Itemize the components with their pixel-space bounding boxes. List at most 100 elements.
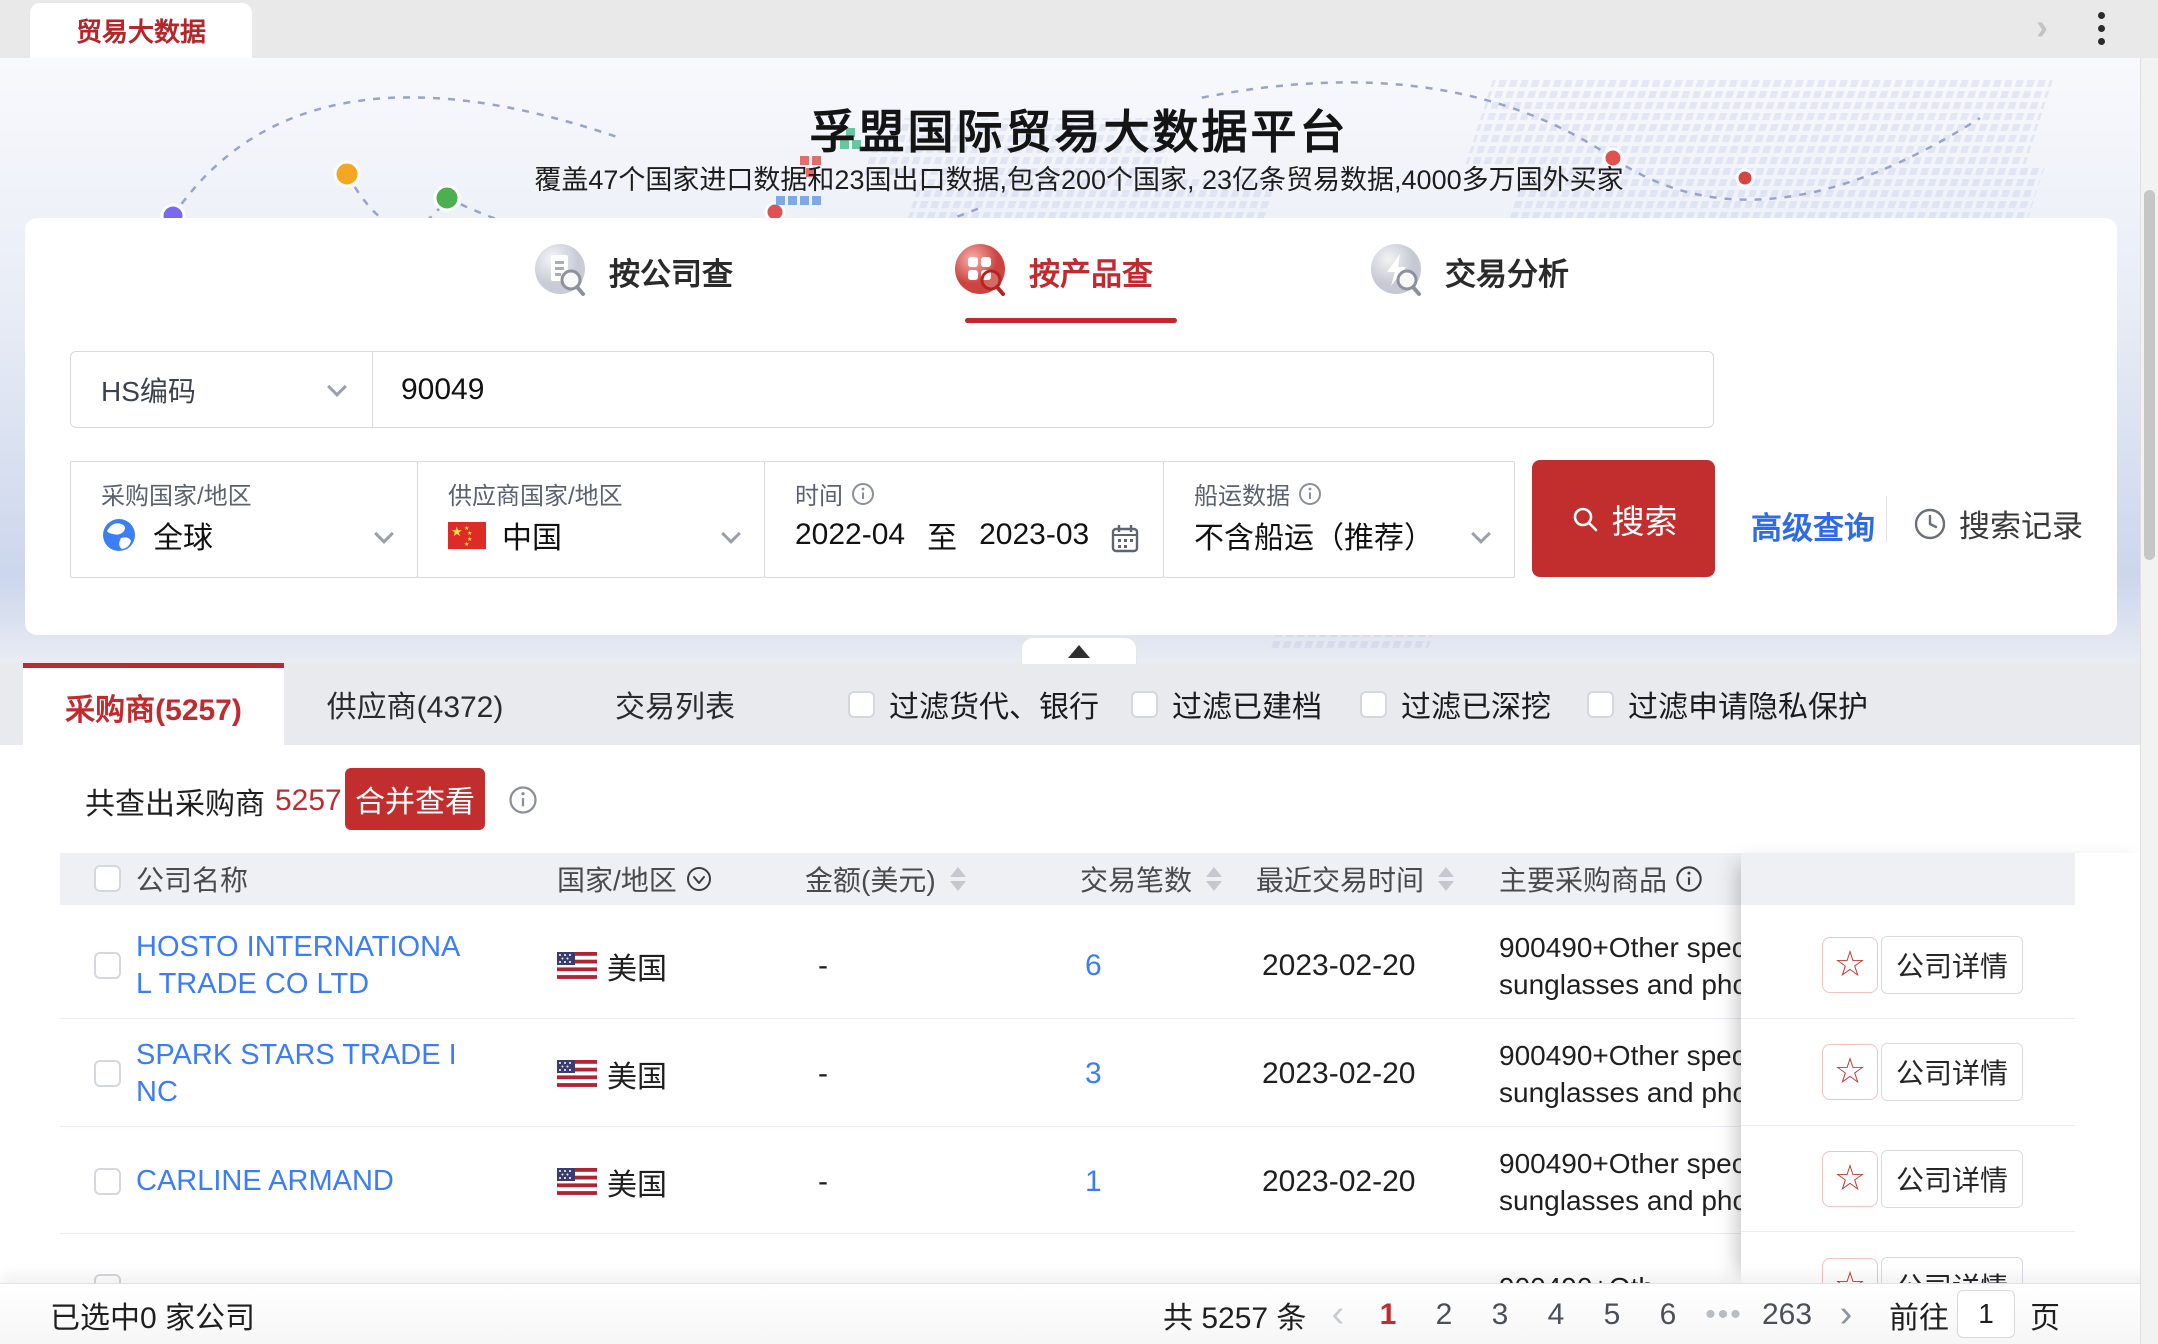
browser-tab[interactable]: 贸易大数据	[30, 3, 252, 58]
page-2[interactable]: 2	[1424, 1284, 1464, 1344]
svg-text:★: ★	[467, 530, 472, 537]
transactions-link[interactable]: 1	[1085, 1128, 1102, 1235]
time-separator: 至	[927, 513, 957, 557]
goto-page-label: 前往	[1889, 1284, 1949, 1344]
header-products: 主要采购商品	[1499, 853, 1703, 905]
page-263[interactable]: 263	[1762, 1284, 1812, 1344]
goto-page-input[interactable]	[1957, 1290, 2015, 1338]
info-icon	[508, 785, 538, 815]
chevron-down-icon	[721, 524, 741, 544]
amount-cell: -	[818, 1128, 828, 1235]
favorite-star-button[interactable]: ☆	[1822, 1151, 1878, 1207]
sort-transactions[interactable]	[1206, 867, 1222, 891]
header-last-date: 最近交易时间	[1256, 853, 1454, 905]
search-history-label: 搜索记录	[1959, 501, 2083, 546]
advanced-query-link[interactable]: 高级查询	[1751, 503, 1875, 548]
tab-label: 交易分析	[1445, 249, 1569, 294]
page-3[interactable]: 3	[1480, 1284, 1520, 1344]
company-search-icon	[533, 242, 591, 300]
page-ellipsis[interactable]: •••	[1704, 1284, 1744, 1344]
hs-type-select[interactable]: HS编码	[70, 351, 373, 428]
company-detail-button[interactable]: 公司详情	[1881, 936, 2023, 994]
row-checkbox[interactable]	[94, 952, 121, 979]
merge-view-button[interactable]: 合并查看	[345, 768, 485, 830]
company-detail-button[interactable]: 公司详情	[1881, 1150, 2023, 1208]
product-search-icon	[953, 242, 1011, 300]
filter-forwarders-banks-checkbox[interactable]: 过滤货代、银行	[848, 663, 1099, 745]
forward-icon[interactable]: ›	[2036, 6, 2048, 48]
hs-code-input[interactable]	[372, 351, 1714, 428]
collapse-search-button[interactable]	[1021, 637, 1137, 664]
kebab-menu-icon[interactable]	[2098, 12, 2105, 45]
time-range-picker[interactable]: 时间 2022-04 至 2023-03	[764, 461, 1164, 578]
search-button-label: 搜索	[1612, 495, 1678, 543]
next-page-button[interactable]: ›	[1826, 1284, 1866, 1344]
row-actions: ☆ 公司详情	[1741, 1019, 2075, 1126]
row-checkbox[interactable]	[94, 1274, 121, 1283]
sort-amount[interactable]	[950, 867, 966, 891]
header-company: 公司名称	[136, 853, 248, 905]
page-title: 孚盟国际贸易大数据平台	[0, 96, 2158, 162]
prev-page-button[interactable]: ‹	[1318, 1284, 1358, 1344]
shipping-value: 不含船运（推荐）	[1194, 513, 1434, 557]
time-label: 时间	[795, 476, 843, 511]
tab-label: 按公司查	[609, 249, 733, 294]
active-tab-underline	[965, 318, 1177, 323]
tab-suppliers[interactable]: 供应商(4372)	[300, 663, 530, 745]
transactions-link[interactable]: 6	[1085, 912, 1102, 1019]
company-detail-button[interactable]: 公司详情	[1881, 1257, 2023, 1283]
checkbox-icon	[1587, 691, 1614, 718]
filter-deep-mined-checkbox[interactable]: 过滤已深挖	[1360, 663, 1551, 745]
supplier-country-select[interactable]: 供应商国家/地区 ★ ★ ★ ★ ★ 中国	[417, 461, 765, 578]
tab-buyers[interactable]: 采购商(5257)	[23, 663, 284, 745]
tab-search-by-product[interactable]: 按产品查	[953, 242, 1153, 300]
favorite-star-button[interactable]: ☆	[1822, 937, 1878, 993]
page-5[interactable]: 5	[1592, 1284, 1632, 1344]
tab-search-by-company[interactable]: 按公司查	[533, 242, 733, 300]
filter-archived-checkbox[interactable]: 过滤已建档	[1131, 663, 1322, 745]
page-4[interactable]: 4	[1536, 1284, 1576, 1344]
supplier-country-value: 中国	[502, 513, 562, 557]
company-detail-button[interactable]: 公司详情	[1881, 1043, 2023, 1101]
company-link[interactable]: SPARK STARS TRADE I NC	[136, 1020, 466, 1127]
tab-label: 按产品查	[1029, 249, 1153, 294]
buyer-country-select[interactable]: 采购国家/地区 全球	[70, 461, 418, 578]
company-link[interactable]: HOSTO INTERNATIONA L TRADE CO LTD	[136, 912, 466, 1019]
chevron-down-icon	[374, 524, 394, 544]
tab-transactions[interactable]: 交易列表	[580, 663, 770, 745]
transactions-link[interactable]: 3	[1085, 1020, 1102, 1127]
page-subtitle: 覆盖47个国家进口数据和23国出口数据,包含200个国家, 23亿条贸易数据,4…	[0, 158, 2158, 197]
search-panel: 按公司查 按产品查 交易分析 HS	[25, 218, 2117, 635]
page-1[interactable]: 1	[1368, 1284, 1408, 1344]
scrollbar-track[interactable]	[2140, 58, 2158, 1344]
browser-tab-title: 贸易大数据	[76, 12, 206, 49]
last-date-cell: 2023-02-20	[1262, 912, 1415, 1019]
header-country: 国家/地区	[557, 853, 713, 905]
clock-icon	[1913, 507, 1947, 541]
search-history-link[interactable]: 搜索记录	[1913, 501, 2083, 546]
page-6[interactable]: 6	[1648, 1284, 1688, 1344]
result-summary: 共查出采购商 5257 条	[85, 770, 382, 832]
result-count: 5257	[275, 784, 342, 818]
chevron-down-icon	[1471, 524, 1491, 544]
filter-privacy-checkbox[interactable]: 过滤申请隐私保护	[1587, 663, 1868, 745]
company-link[interactable]: CARLINE ARMAND	[136, 1128, 466, 1235]
checkbox-icon	[1131, 691, 1158, 718]
scrollbar-thumb[interactable]	[2144, 190, 2155, 560]
country-cell: 美国	[607, 1128, 667, 1235]
favorite-star-button[interactable]: ☆	[1822, 1044, 1878, 1100]
row-actions: ☆ 公司详情	[1741, 912, 2075, 1019]
search-button[interactable]: 搜索	[1532, 460, 1715, 577]
row-checkbox[interactable]	[94, 1060, 121, 1087]
favorite-star-button[interactable]: ☆	[1822, 1258, 1878, 1283]
tab-trade-analysis[interactable]: 交易分析	[1369, 242, 1569, 300]
row-checkbox[interactable]	[94, 1168, 121, 1195]
country-filter-icon[interactable]	[685, 865, 713, 893]
trade-data-app: 贸易大数据 ›	[0, 0, 2158, 1344]
shipping-data-select[interactable]: 船运数据 不含船运（推荐）	[1163, 461, 1515, 578]
sort-last-date[interactable]	[1438, 867, 1454, 891]
select-all-checkbox[interactable]	[94, 865, 121, 892]
search-icon	[1570, 504, 1600, 534]
results-tabs-bar: 采购商(5257) 供应商(4372) 交易列表 过滤货代、银行 过滤已建档 过…	[0, 663, 2158, 745]
header-transactions: 交易笔数	[1080, 853, 1222, 905]
